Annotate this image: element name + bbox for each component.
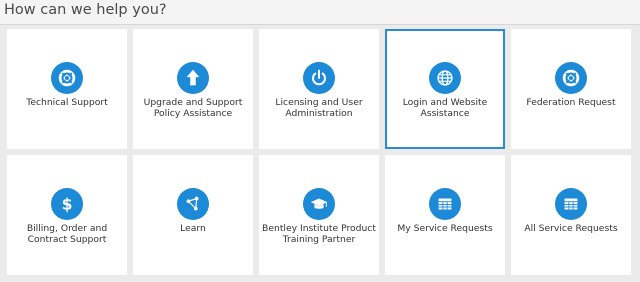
tile-my-service-requests[interactable]: My Service Requests — [385, 155, 505, 275]
page-header: How can we help you? — [0, 0, 640, 25]
dollar-icon: $ — [51, 188, 83, 220]
tile-all-service-requests[interactable]: All Service Requests — [511, 155, 631, 275]
tile-label: All Service Requests — [524, 223, 618, 234]
lifebuoy-icon — [51, 62, 83, 94]
graduation-cap-icon — [303, 188, 335, 220]
svg-text:$: $ — [62, 196, 73, 214]
tile-learn[interactable]: Learn — [133, 155, 253, 275]
tile-label: Learn — [180, 223, 206, 234]
tile-label: Federation Request — [526, 97, 616, 108]
lifebuoy-icon — [555, 62, 587, 94]
tile-label: My Service Requests — [397, 223, 493, 234]
table-icon — [555, 188, 587, 220]
tile-upgrade-support-policy[interactable]: Upgrade and Support Policy Assistance — [133, 29, 253, 149]
tile-label: Upgrade and Support Policy Assistance — [143, 97, 243, 119]
tile-billing-order-contract[interactable]: $ Billing, Order and Contract Support — [7, 155, 127, 275]
tile-label: Licensing and User Administration — [275, 97, 363, 119]
tile-technical-support[interactable]: Technical Support — [7, 29, 127, 149]
table-icon — [429, 188, 461, 220]
power-icon — [303, 62, 335, 94]
tile-label: Technical Support — [26, 97, 108, 108]
tile-bentley-institute-training[interactable]: Bentley Institute Product Training Partn… — [259, 155, 379, 275]
tile-label: Billing, Order and Contract Support — [26, 223, 108, 245]
globe-icon — [429, 62, 461, 94]
help-topics-grid: Technical Support Upgrade and Support Po… — [7, 29, 631, 275]
tile-label: Login and Website Assistance — [402, 97, 488, 119]
tile-federation-request[interactable]: Federation Request — [511, 29, 631, 149]
tile-login-website-assistance[interactable]: Login and Website Assistance — [385, 29, 505, 149]
tile-label: Bentley Institute Product Training Partn… — [262, 223, 376, 245]
arrow-up-icon — [177, 62, 209, 94]
tile-licensing-user-admin[interactable]: Licensing and User Administration — [259, 29, 379, 149]
page-title: How can we help you? — [4, 2, 167, 18]
network-icon — [177, 188, 209, 220]
